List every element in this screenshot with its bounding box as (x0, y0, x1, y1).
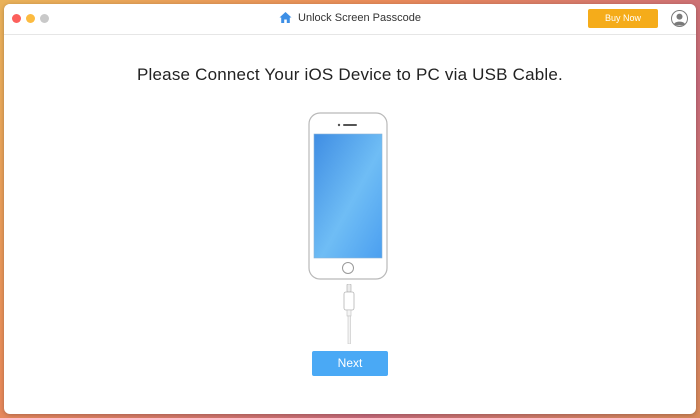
page-heading: Please Connect Your iOS Device to PC via… (137, 65, 563, 84)
buy-now-button[interactable]: Buy Now (588, 9, 658, 28)
iphone-cable-illustration (308, 112, 388, 280)
window-title-text: Unlock Screen Passcode (298, 12, 421, 24)
next-button[interactable]: Next (312, 351, 388, 376)
phone-home-button (342, 262, 354, 274)
cable-head (343, 291, 355, 311)
phone-screen (313, 133, 383, 259)
phone-camera (337, 123, 341, 127)
lightning-plug (346, 284, 352, 293)
home-icon (279, 12, 292, 23)
account-icon[interactable] (671, 10, 688, 27)
cable-wire (347, 315, 351, 344)
app-window: Unlock Screen Passcode Buy Now Please Co… (4, 4, 696, 414)
title-bar: Unlock Screen Passcode Buy Now (4, 4, 696, 35)
phone-speaker (343, 124, 357, 126)
lightning-cable (343, 284, 355, 344)
